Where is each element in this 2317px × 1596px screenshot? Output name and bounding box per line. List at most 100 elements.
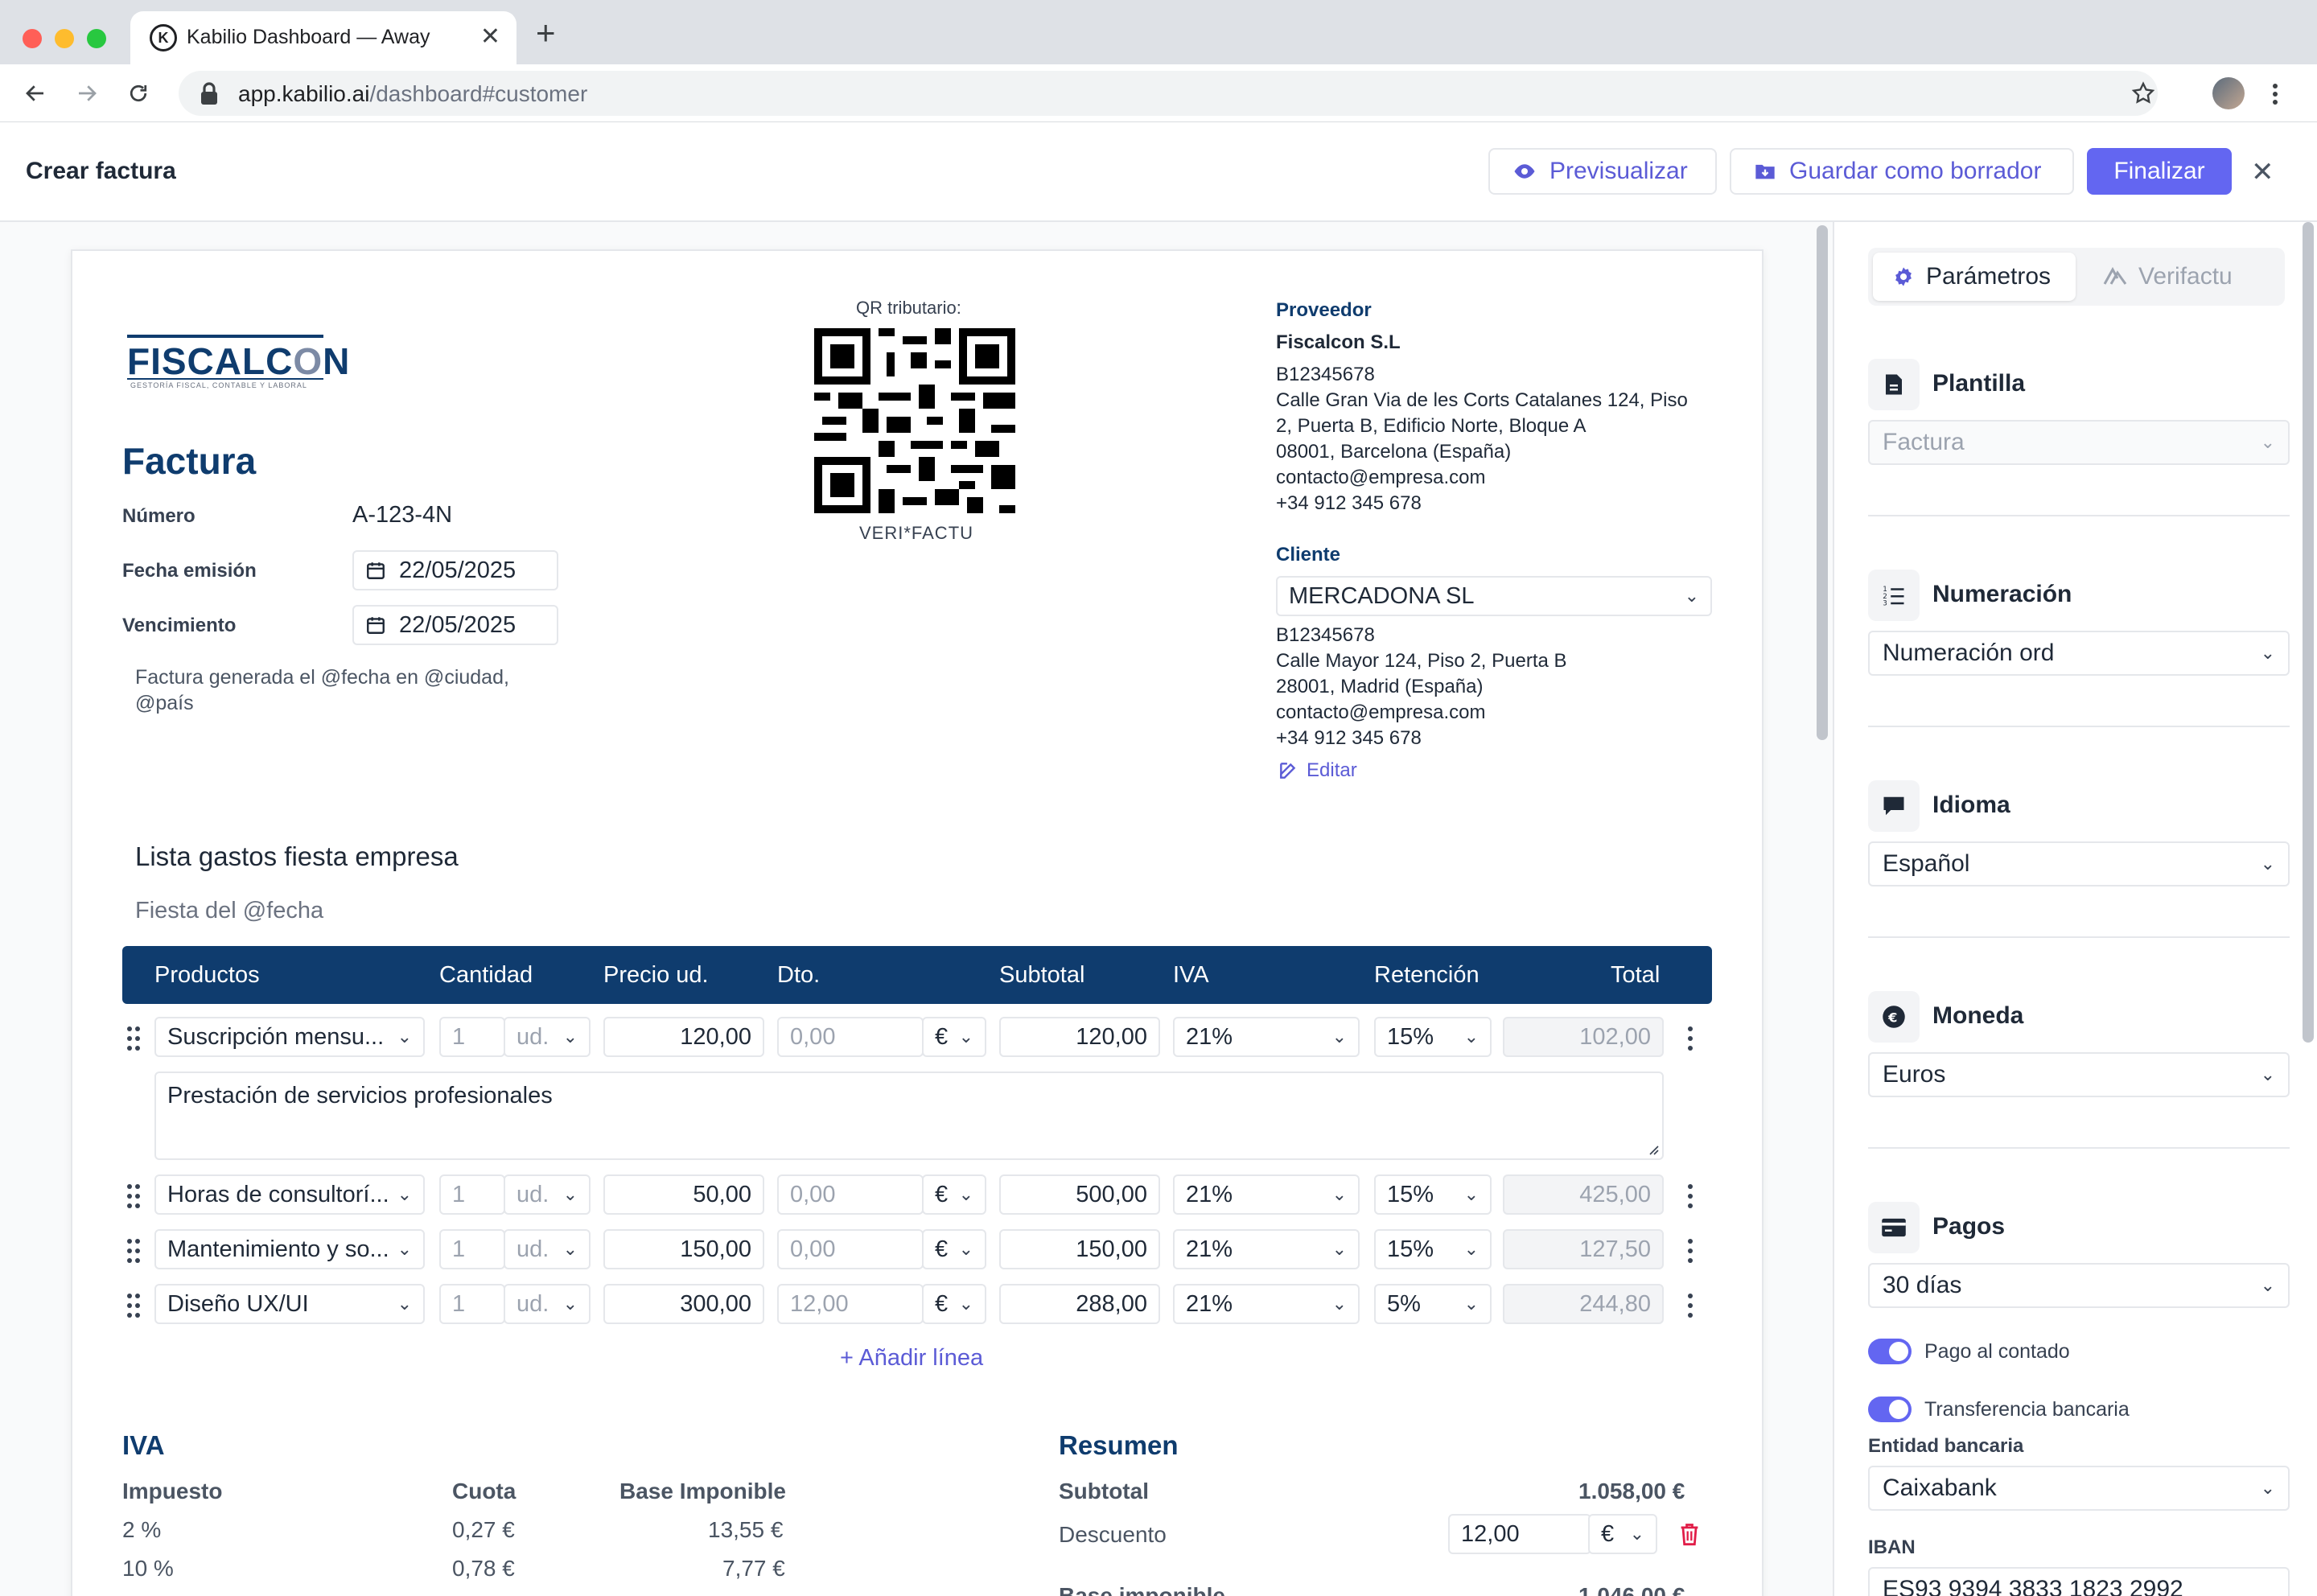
vat-select[interactable]: 21% ⌄ (1173, 1174, 1360, 1215)
row-menu-icon[interactable] (1688, 1184, 1693, 1208)
cash-payment-label: Pago al contado (1924, 1340, 2070, 1363)
back-arrow-icon[interactable] (18, 76, 53, 111)
row-menu-icon[interactable] (1688, 1239, 1693, 1263)
drag-handle-icon[interactable] (127, 1184, 140, 1208)
window-zoom-dot[interactable] (87, 29, 106, 48)
summary-discount-unit-select[interactable]: € ⌄ (1588, 1514, 1657, 1554)
line-description-textarea[interactable]: Prestación de servicios profesionales (154, 1072, 1664, 1160)
tab-parameters[interactable]: Parámetros (1873, 253, 2076, 301)
page-title: Crear factura (26, 158, 176, 184)
cash-payment-toggle[interactable] (1868, 1339, 1912, 1364)
quantity-input[interactable]: 1 (439, 1174, 505, 1215)
drag-handle-icon[interactable] (127, 1294, 140, 1318)
new-tab-icon[interactable]: + (536, 16, 556, 50)
row-menu-icon[interactable] (1688, 1294, 1693, 1318)
price-input[interactable]: 300,00 (603, 1284, 764, 1324)
discount-input[interactable]: 12,00 (777, 1284, 924, 1324)
window-close-dot[interactable] (23, 29, 42, 48)
client-select[interactable]: MERCADONA SL ⌄ (1276, 576, 1712, 616)
price-input[interactable]: 120,00 (603, 1017, 764, 1057)
vat-base: 7,77 € (722, 1556, 785, 1581)
resize-handle-icon[interactable] (1646, 1142, 1659, 1155)
tab-verifactu[interactable]: Verifactu (2084, 253, 2252, 301)
discount-input[interactable]: 0,00 (777, 1229, 924, 1269)
retention-select[interactable]: 15% ⌄ (1374, 1229, 1492, 1269)
profile-avatar[interactable] (2212, 77, 2245, 109)
edit-client-link[interactable]: Editar (1278, 759, 1357, 782)
svg-text:3: 3 (1883, 600, 1887, 608)
product-select[interactable]: Mantenimiento y so... ⌄ (154, 1229, 425, 1269)
drag-handle-icon[interactable] (127, 1239, 140, 1263)
list-subtitle[interactable]: Fiesta del @fecha (135, 898, 323, 924)
vat-select[interactable]: 21% ⌄ (1173, 1229, 1360, 1269)
subtotal-input[interactable]: 288,00 (999, 1284, 1160, 1324)
reload-icon[interactable] (121, 76, 156, 111)
column-header: Cantidad (439, 962, 533, 988)
bank-entity-select[interactable]: Caixabank ⌄ (1868, 1466, 2290, 1511)
add-line-button[interactable]: + Añadir línea (840, 1345, 983, 1372)
column-header: Dto. (777, 962, 821, 988)
subtotal-input[interactable]: 500,00 (999, 1174, 1160, 1215)
due-date-field[interactable]: 22/05/2025 (352, 605, 558, 645)
trash-icon[interactable] (1678, 1522, 1701, 1546)
drag-handle-icon[interactable] (127, 1026, 140, 1051)
iban-input[interactable]: ES93 9394 3833 1823 2992 (1868, 1567, 2290, 1596)
issue-date-field[interactable]: 22/05/2025 (352, 550, 558, 590)
save-draft-button[interactable]: Guardar como borrador (1730, 148, 2074, 195)
canvas-scrollbar[interactable] (1817, 225, 1828, 740)
unit-select[interactable]: ud. ⌄ (504, 1174, 591, 1215)
unit-select[interactable]: ud. ⌄ (504, 1229, 591, 1269)
retention-select[interactable]: 15% ⌄ (1374, 1017, 1492, 1057)
product-select[interactable]: Suscripción mensu... ⌄ (154, 1017, 425, 1057)
kabilio-logo-icon: K (150, 24, 177, 51)
product-select[interactable]: Diseño UX/UI ⌄ (154, 1284, 425, 1324)
language-select[interactable]: Español ⌄ (1868, 841, 2290, 886)
discount-unit-select[interactable]: € ⌄ (922, 1017, 986, 1057)
window-minimize-dot[interactable] (55, 29, 74, 48)
price-input[interactable]: 150,00 (603, 1229, 764, 1269)
browser-tab[interactable]: K Kabilio Dashboard — Away ✕ (130, 11, 516, 64)
discount-unit-select[interactable]: € ⌄ (922, 1174, 986, 1215)
invoice-note[interactable]: Factura generada el @fecha en @ciudad, @… (135, 664, 509, 716)
subtotal-input[interactable]: 150,00 (999, 1229, 1160, 1269)
discount-unit-select[interactable]: € ⌄ (922, 1229, 986, 1269)
template-section-title: Plantilla (1932, 370, 2026, 397)
list-title[interactable]: Lista gastos fiesta empresa (135, 841, 459, 872)
browser-menu-icon[interactable] (2270, 82, 2280, 106)
panel-scrollbar[interactable] (2303, 222, 2314, 1043)
quantity-input[interactable]: 1 (439, 1017, 505, 1057)
retention-select[interactable]: 15% ⌄ (1374, 1174, 1492, 1215)
preview-button[interactable]: Previsualizar (1488, 148, 1717, 195)
chevron-down-icon: ⌄ (397, 1026, 412, 1047)
subtotal-input[interactable]: 120,00 (999, 1017, 1160, 1057)
currency-select[interactable]: Euros ⌄ (1868, 1052, 2290, 1097)
price-input[interactable]: 50,00 (603, 1174, 764, 1215)
bookmark-star-icon[interactable] (2130, 80, 2156, 106)
vat-base: 13,55 € (708, 1517, 784, 1542)
discount-unit-select[interactable]: € ⌄ (922, 1284, 986, 1324)
qr-code-icon (814, 328, 1015, 513)
vat-rate: 10 % (122, 1556, 174, 1581)
unit-select[interactable]: ud. ⌄ (504, 1284, 591, 1324)
address-bar[interactable]: app.kabilio.ai/dashboard#customer (179, 71, 2158, 116)
quantity-input[interactable]: 1 (439, 1284, 505, 1324)
vat-select[interactable]: 21% ⌄ (1173, 1017, 1360, 1057)
unit-select[interactable]: ud. ⌄ (504, 1017, 591, 1057)
row-menu-icon[interactable] (1688, 1026, 1693, 1051)
vat-select[interactable]: 21% ⌄ (1173, 1284, 1360, 1324)
summary-discount-input[interactable]: 12,00 (1448, 1514, 1591, 1554)
retention-select[interactable]: 5% ⌄ (1374, 1284, 1492, 1324)
quantity-input[interactable]: 1 (439, 1229, 505, 1269)
close-icon[interactable]: ✕ (2251, 156, 2274, 188)
discount-input[interactable]: 0,00 (777, 1017, 924, 1057)
finalize-button[interactable]: Finalizar (2087, 148, 2232, 195)
due-date-label: Vencimiento (122, 615, 237, 636)
forward-arrow-icon[interactable] (69, 76, 105, 111)
numbering-select[interactable]: Numeración ord ⌄ (1868, 631, 2290, 676)
bank-transfer-toggle[interactable] (1868, 1396, 1912, 1422)
currency-section-title: Moneda (1932, 1002, 2024, 1029)
tab-close-icon[interactable]: ✕ (480, 23, 500, 51)
payment-terms-select[interactable]: 30 días ⌄ (1868, 1263, 2290, 1308)
product-select[interactable]: Horas de consultorí... ⌄ (154, 1174, 425, 1215)
discount-input[interactable]: 0,00 (777, 1174, 924, 1215)
